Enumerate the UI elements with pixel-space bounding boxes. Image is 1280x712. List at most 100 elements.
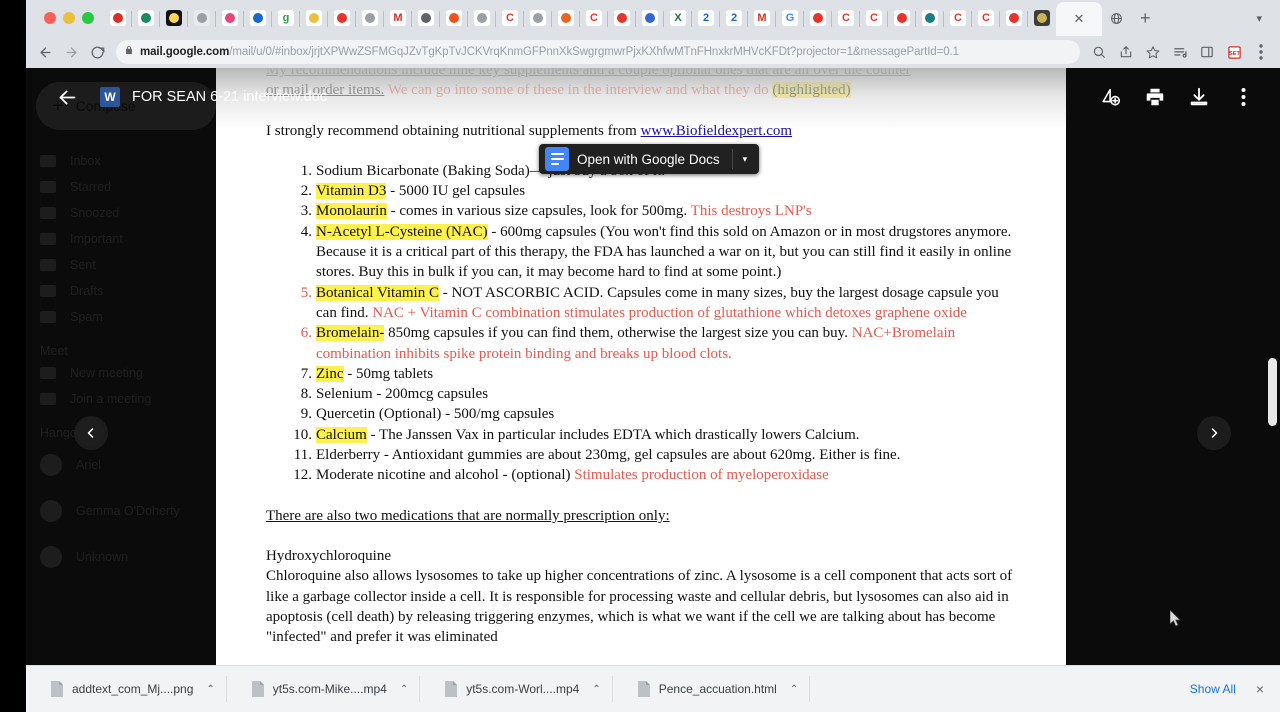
back-arrow-icon[interactable] — [44, 74, 90, 120]
list-item-note: Stimulates production of myeloperoxidase — [574, 467, 829, 484]
browser-toolbar: mail.google.com/mail/u/0/#inbox/jrjtXPWw… — [26, 36, 1280, 68]
download-item[interactable]: Pence_accuation.html ⌃ — [613, 666, 811, 712]
new-tab-button[interactable]: + — [1130, 8, 1161, 29]
zoom-icon[interactable] — [1086, 39, 1112, 65]
download-icon[interactable] — [1182, 80, 1216, 114]
tab-2[interactable] — [159, 3, 188, 33]
tab-7[interactable] — [299, 3, 328, 33]
chevron-up-icon[interactable]: ⌃ — [400, 684, 408, 695]
list-item: 2. Vitamin D3 - 5000 IU gel capsules — [266, 181, 1016, 201]
rumble-icon: C — [866, 10, 882, 26]
chevron-up-icon[interactable]: ⌃ — [592, 684, 600, 695]
next-page-button[interactable] — [1197, 416, 1231, 450]
tab-16[interactable] — [551, 3, 580, 33]
previous-page-button[interactable] — [74, 416, 108, 450]
close-icon[interactable]: ✕ — [1074, 11, 1085, 27]
tab-11[interactable] — [411, 3, 440, 33]
show-all-button[interactable]: Show All — [1190, 682, 1236, 696]
tab-22[interactable]: 2 — [719, 3, 748, 33]
tab-30[interactable]: C — [943, 3, 972, 33]
download-item[interactable]: yt5s.com-Worl....mp4 ⌃ — [420, 666, 613, 712]
tab-4[interactable] — [215, 3, 244, 33]
tab-31[interactable]: C — [971, 3, 1000, 33]
reload-button[interactable] — [84, 39, 110, 65]
back-button[interactable] — [32, 39, 58, 65]
tab-13[interactable] — [467, 3, 496, 33]
omnibox[interactable]: mail.google.com/mail/u/0/#inbox/jrjtXPWw… — [116, 40, 1080, 64]
teal-square-icon — [922, 10, 938, 26]
close-downloads-bar-button[interactable]: × — [1256, 681, 1264, 697]
menu-kebab-icon[interactable] — [1248, 39, 1274, 65]
tab-32[interactable] — [999, 3, 1028, 33]
list-item-text: - comes in various size capsules, look f… — [386, 203, 691, 220]
google-docs-icon — [545, 147, 569, 171]
tab-20[interactable]: X — [663, 3, 692, 33]
tab-18[interactable] — [607, 3, 636, 33]
add-to-drive-icon[interactable] — [1094, 80, 1128, 114]
minimize-window-button[interactable] — [63, 12, 75, 24]
hangouts-section-label: Hangouts — [40, 426, 94, 440]
tab-28[interactable] — [887, 3, 916, 33]
chevron-down-icon[interactable]: ▾ — [733, 154, 758, 165]
viewer-header: W FOR SEAN 6-21 interview.doc — [26, 68, 1280, 126]
download-item[interactable]: yt5s.com-Mike....mp4 ⌃ — [227, 666, 421, 712]
sidebar-item-label: Drafts — [70, 284, 104, 298]
tab-10[interactable]: M — [383, 3, 412, 33]
tab-19[interactable] — [635, 3, 664, 33]
omnibox-actions: SET — [1086, 39, 1274, 65]
extension-icon[interactable]: SET — [1221, 39, 1247, 65]
close-window-button[interactable] — [44, 12, 56, 24]
tab-33[interactable] — [1027, 3, 1056, 33]
tab-23[interactable]: M — [747, 3, 776, 33]
tab-26[interactable]: C — [831, 3, 860, 33]
viewer-scrollbar[interactable] — [1268, 358, 1277, 426]
tab-8[interactable] — [327, 3, 356, 33]
list-item-text: 850mg capsules if you can find them, oth… — [384, 325, 852, 342]
image-file-icon — [50, 681, 63, 697]
tab-21[interactable]: 2 — [691, 3, 720, 33]
reading-list-icon[interactable] — [1167, 39, 1193, 65]
gmail-icon: M — [390, 10, 406, 26]
tab-search-icon[interactable]: ▾ — [1256, 12, 1280, 25]
tab-29[interactable] — [915, 3, 944, 33]
tab-24[interactable]: G — [775, 3, 804, 33]
share-icon[interactable] — [1113, 39, 1139, 65]
forward-button[interactable] — [58, 39, 84, 65]
chevron-up-icon[interactable]: ⌃ — [790, 684, 798, 695]
tab-0[interactable] — [104, 3, 132, 33]
tab-9[interactable] — [355, 3, 384, 33]
highlighted-term: Bromelain- — [316, 325, 385, 342]
print-icon[interactable] — [1138, 80, 1172, 114]
maximize-window-button[interactable] — [82, 12, 94, 24]
list-item-number: 9. — [300, 406, 312, 423]
sidebar-item-starred: Starred — [26, 174, 226, 200]
bookmark-star-icon[interactable] — [1140, 39, 1166, 65]
tab-12[interactable] — [439, 3, 468, 33]
tab-1[interactable] — [131, 3, 160, 33]
window-controls[interactable] — [30, 12, 104, 24]
side-panel-icon[interactable] — [1194, 39, 1220, 65]
active-tab[interactable]: ✕ — [1056, 2, 1102, 36]
tab-6[interactable]: g — [271, 3, 300, 33]
tab-25[interactable] — [803, 3, 832, 33]
open-with-google-docs-button[interactable]: Open with Google Docs ▾ — [539, 144, 760, 174]
tab-5[interactable] — [243, 3, 272, 33]
tab-15[interactable] — [523, 3, 552, 33]
list-item-text: - 50mg tablets — [343, 365, 434, 382]
list-item-number: 12. — [293, 467, 312, 484]
clock-icon — [40, 207, 56, 219]
list-item: 6. Bromelain- 850mg capsules if you can f… — [266, 323, 1016, 364]
more-options-icon[interactable] — [1226, 80, 1260, 114]
download-item[interactable]: addtext_com_Mj....png ⌃ — [26, 666, 227, 712]
chevron-up-icon[interactable]: ⌃ — [206, 684, 214, 695]
tab-trailing[interactable] — [1102, 3, 1130, 33]
tab-27[interactable]: C — [859, 3, 888, 33]
tabs-container[interactable]: g M C C X 2 2 M G C C C C ✕ + — [104, 0, 1256, 36]
tab-17[interactable]: C — [579, 3, 608, 33]
hangouts-item-label: Ariel — [76, 458, 102, 472]
tab-3[interactable] — [187, 3, 216, 33]
rumble-icon: C — [838, 10, 854, 26]
tab-14[interactable]: C — [495, 3, 524, 33]
red-circle-icon — [334, 10, 350, 26]
pink-flower-icon — [222, 10, 238, 26]
